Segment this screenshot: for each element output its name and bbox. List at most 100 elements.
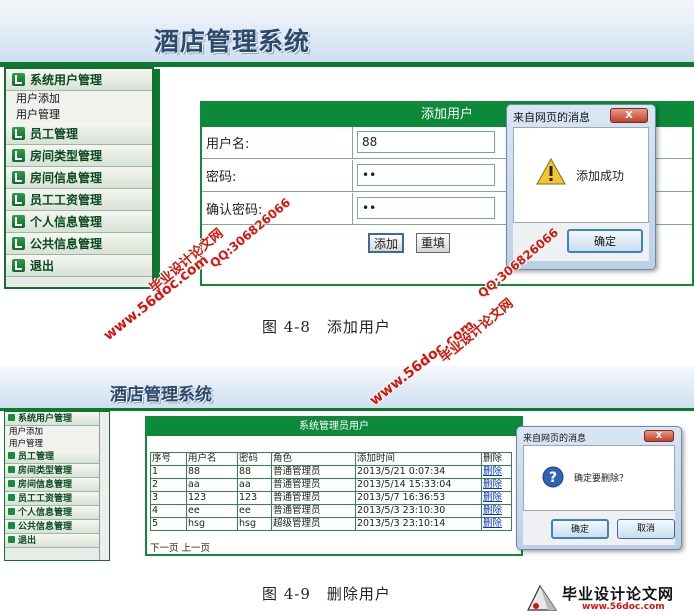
menu-item-system-users[interactable]: 系统用户管理	[6, 69, 152, 91]
password-input[interactable]: ••	[357, 164, 495, 186]
menu-arrow-icon	[8, 414, 15, 421]
cell-added-time: 2013/5/21 0:07:34	[355, 465, 482, 479]
menu-arrow-icon	[8, 536, 15, 543]
caption-figure-4-9: 图 4-9 删除用户	[262, 585, 391, 603]
close-icon[interactable]: X	[644, 430, 674, 442]
table-row: 1 88 88 普通管理员 2013/5/21 0:07:34 删除	[150, 465, 512, 479]
cell-role: 普通管理员	[271, 504, 356, 518]
submenu-add-user[interactable]: 用户添加	[6, 91, 152, 107]
watermark-brand: 毕业设计论文网	[437, 296, 517, 367]
confirm-dialog: 来自网页的消息 X ? 确定要删除？ 确定 取消	[516, 426, 682, 550]
menu-item-personal-info[interactable]: 个人信息管理	[6, 211, 152, 233]
cell-role: 普通管理员	[271, 478, 356, 492]
svg-text:?: ?	[549, 470, 557, 486]
warning-icon	[536, 158, 566, 185]
cell-index: 3	[150, 491, 187, 505]
cell-index: 5	[150, 517, 187, 531]
menu-item-logout[interactable]: 退出	[5, 534, 100, 548]
logo-text: 毕业设计论文网	[562, 585, 675, 603]
table-row: 4 ee ee 普通管理员 2013/5/3 23:10:30 删除	[150, 504, 512, 518]
cell-index: 1	[150, 465, 187, 479]
submenu-manage-users[interactable]: 用户管理	[6, 107, 152, 123]
reset-button[interactable]: 重填	[416, 233, 451, 253]
menu-item-logout[interactable]: 退出	[6, 255, 152, 277]
ok-button[interactable]: 确定	[567, 229, 643, 253]
menu-item-room-types[interactable]: 房间类型管理	[6, 145, 152, 167]
dialog-title: 来自网页的消息	[523, 434, 587, 444]
menu-item-public-info[interactable]: 公共信息管理	[5, 520, 100, 534]
menu-arrow-icon	[8, 466, 15, 473]
delete-link[interactable]: 删除	[481, 504, 512, 518]
sidebar-edge	[154, 69, 160, 287]
confirm-password-input[interactable]: ••	[357, 197, 495, 219]
delete-link[interactable]: 删除	[481, 465, 512, 479]
cell-role: 超级管理员	[271, 517, 356, 531]
table-row: 2 aa aa 普通管理员 2013/5/14 15:33:04 删除	[150, 478, 512, 492]
cell-divider	[352, 160, 353, 192]
cell-username: ee	[186, 504, 238, 518]
menu-arrow-icon	[8, 480, 15, 487]
menu-item-staff[interactable]: 员工管理	[6, 123, 152, 145]
cell-password: ee	[237, 504, 272, 518]
cell-username: 88	[186, 465, 238, 479]
menu-item-public-info[interactable]: 公共信息管理	[6, 233, 152, 255]
submenu-manage-users[interactable]: 用户管理	[5, 438, 100, 450]
table-row: 5 hsg hsg 超级管理员 2013/5/3 23:10:14 删除	[150, 517, 512, 531]
menu-arrow-icon	[12, 259, 25, 272]
question-icon: ?	[542, 466, 564, 488]
menu-item-staff[interactable]: 员工管理	[5, 450, 100, 464]
cell-password: hsg	[237, 517, 272, 531]
sidebar-scrollbar[interactable]	[99, 412, 109, 560]
app-header: 酒店管理系统	[0, 366, 694, 408]
menu-arrow-icon	[8, 494, 15, 501]
menu-arrow-icon	[8, 452, 15, 459]
app-title: 酒店管理系统	[154, 27, 311, 56]
add-button[interactable]: 添加	[368, 233, 405, 253]
cell-password: 123	[237, 491, 272, 505]
cell-added-time: 2013/5/14 15:33:04	[355, 478, 482, 492]
col-header: 添加时间	[355, 452, 482, 466]
menu-arrow-icon	[8, 522, 15, 529]
screenshot-delete-user: 酒店管理系统 系统用户管理 用户添加 用户管理 员工管理 房间类型管理 房间信息…	[0, 366, 694, 566]
menu-item-room-types[interactable]: 房间类型管理	[5, 464, 100, 478]
cell-role: 普通管理员	[271, 465, 356, 479]
delete-link[interactable]: 删除	[481, 478, 512, 492]
site-logo: 毕业设计论文网 www.56doc.com	[526, 582, 690, 614]
screenshot-add-user: 酒店管理系统 系统用户管理 用户添加 用户管理 员工管理 房间类型管理 房间信息…	[0, 0, 694, 293]
menu-item-personal-info[interactable]: 个人信息管理	[5, 506, 100, 520]
col-header: 删除	[481, 452, 512, 466]
menu-item-salary[interactable]: 员工工资管理	[6, 189, 152, 211]
cancel-button[interactable]: 取消	[617, 519, 675, 539]
menu-arrow-icon	[12, 171, 25, 184]
menu-item-room-info[interactable]: 房间信息管理	[5, 478, 100, 492]
pagination-links[interactable]: 下一页 上一页	[150, 540, 210, 554]
cell-username: 123	[186, 491, 238, 505]
table-row: 3 123 123 普通管理员 2013/5/7 16:36:53 删除	[150, 491, 512, 505]
cell-divider	[352, 127, 353, 159]
dialog-body: ? 确定要删除？	[523, 445, 675, 511]
delete-link[interactable]: 删除	[481, 491, 512, 505]
app-title: 酒店管理系统	[110, 385, 212, 405]
dialog-body: 添加成功	[513, 127, 649, 223]
menu-arrow-icon	[12, 215, 25, 228]
submenu-add-user[interactable]: 用户添加	[5, 426, 100, 438]
logo-icon	[527, 584, 558, 611]
cell-divider	[352, 193, 353, 225]
menu-arrow-icon	[12, 127, 25, 140]
menu-arrow-icon	[12, 193, 25, 206]
username-input[interactable]: 88	[357, 131, 495, 153]
dialog-title: 来自网页的消息	[513, 111, 590, 124]
menu-arrow-icon	[12, 149, 25, 162]
menu-item-room-info[interactable]: 房间信息管理	[6, 167, 152, 189]
confirm-password-label: 确认密码:	[206, 203, 263, 218]
close-icon[interactable]: X	[610, 108, 648, 123]
menu-item-system-users[interactable]: 系统用户管理	[5, 412, 100, 426]
panel-title: 系统管理员用户	[147, 418, 521, 436]
menu-arrow-icon	[12, 237, 25, 250]
ok-button[interactable]: 确定	[551, 519, 609, 539]
cell-added-time: 2013/5/3 23:10:30	[355, 504, 482, 518]
logo-url: www.56doc.com	[582, 602, 665, 612]
menu-item-salary[interactable]: 员工工资管理	[5, 492, 100, 506]
delete-link[interactable]: 删除	[481, 517, 512, 531]
cell-username: aa	[186, 478, 238, 492]
